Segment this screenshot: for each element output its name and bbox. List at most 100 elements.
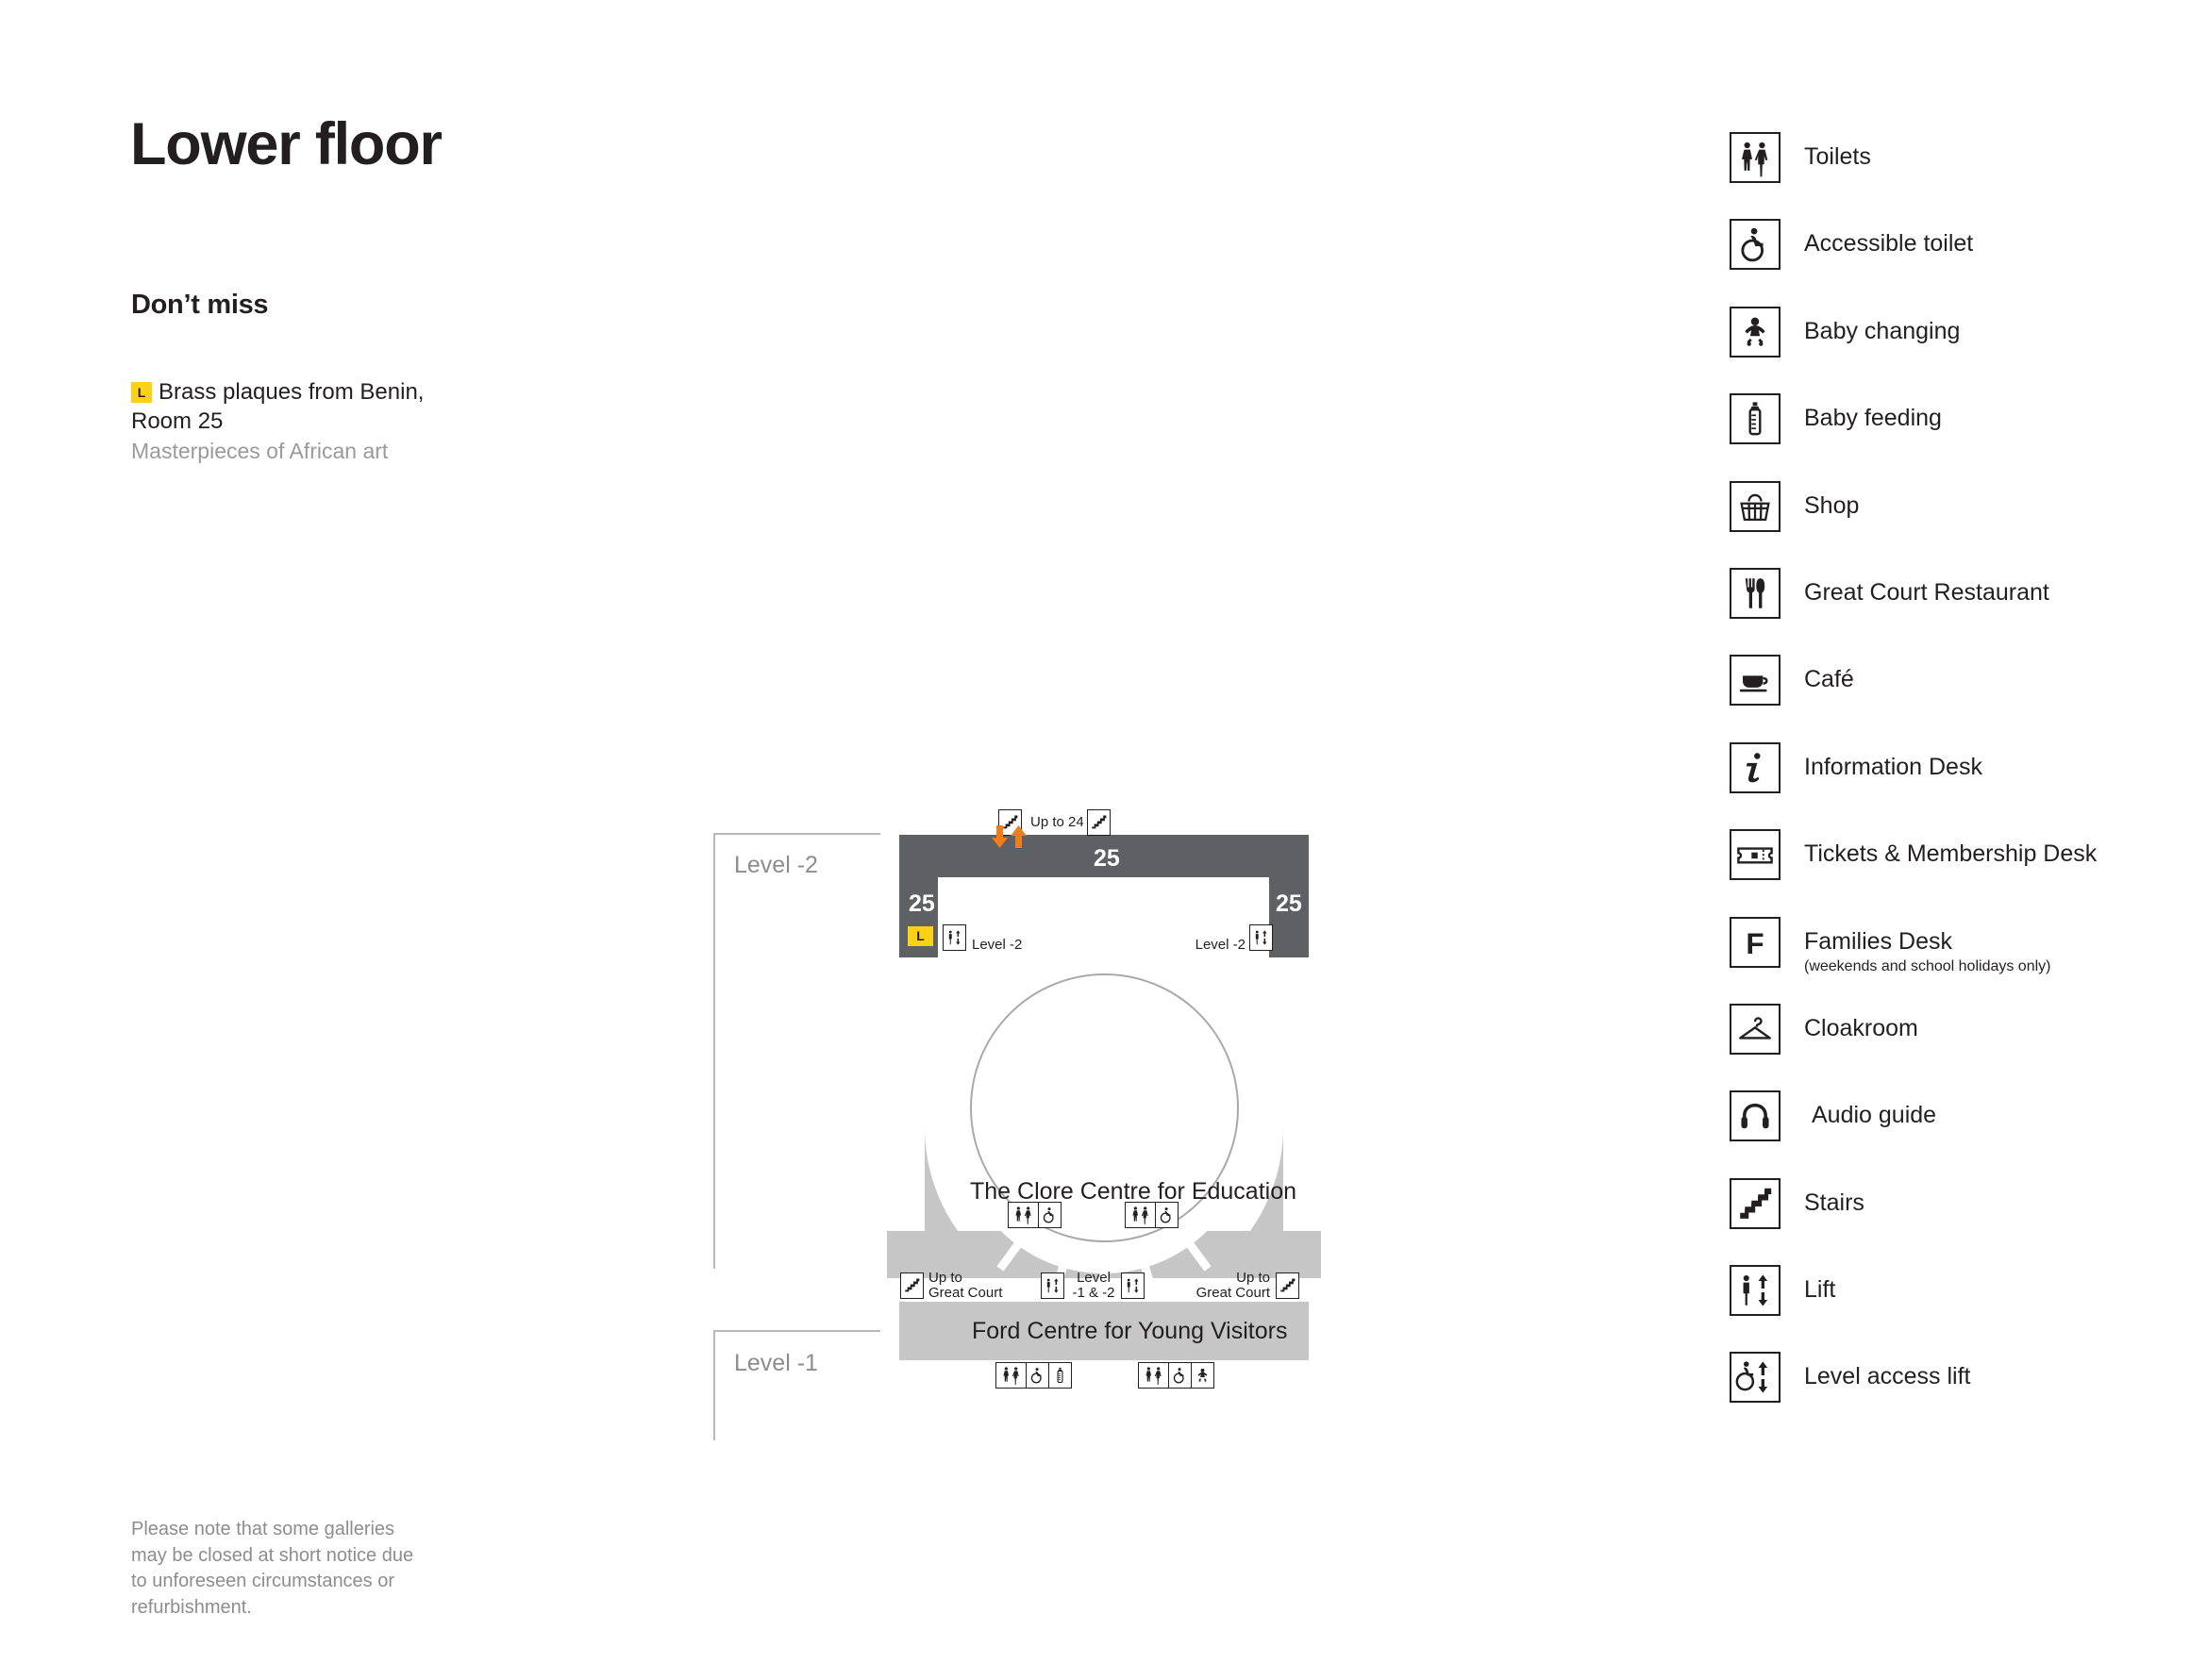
stairs-right-line2: Great Court: [1195, 1285, 1270, 1301]
stairs-icon-up-to-24-right: [1087, 809, 1111, 836]
room-number-left: 25: [909, 890, 935, 917]
legend-item-shop: Shop: [1730, 480, 2182, 568]
dont-miss-title: Brass plaques from Benin,: [159, 379, 425, 405]
legend-item-tickets-membership: Tickets & Membership Desk: [1730, 829, 2182, 916]
legend-item-baby-changing: Baby changing: [1730, 306, 2182, 393]
page-title: Lower floor: [130, 111, 443, 177]
map-highlight-badge-L: L: [908, 926, 933, 946]
legend-label: Baby changing: [1804, 317, 1961, 344]
lift-right-level-label: Level -2: [1195, 937, 1246, 953]
legend-item-toilets: Toilets: [1730, 132, 2182, 219]
baby-feeding-icon: [1047, 1362, 1072, 1389]
legend-item-cafe: Café: [1730, 655, 2182, 741]
clore-facilities-left: [1008, 1202, 1062, 1228]
stairs-left-line1: Up to: [928, 1270, 962, 1286]
level-access-lift-icon: [1730, 1352, 1781, 1404]
stairs-right-line1: Up to: [1236, 1270, 1270, 1286]
legend-label: Accessible toilet: [1804, 230, 1974, 258]
accessible-toilet-icon: [1155, 1202, 1179, 1228]
lift-icon-level-2-right: [1249, 924, 1273, 951]
legend-label: Great Court Restaurant: [1804, 578, 2049, 606]
legend-label: Stairs: [1804, 1189, 1864, 1216]
toilets-icon: [1008, 1202, 1040, 1228]
legend-label: Families Desk: [1804, 927, 1952, 955]
dont-miss-room: Room 25: [131, 408, 224, 434]
ford-facilities-left: [995, 1362, 1072, 1389]
svg-text:F: F: [1746, 927, 1764, 960]
legend-label: Shop: [1804, 491, 1860, 519]
legend: Toilets Accessible toilet Baby changing …: [1730, 132, 2182, 1439]
toilets-icon: [1730, 132, 1781, 183]
accessible-toilet-icon: [1730, 219, 1781, 271]
cafe-icon: [1730, 655, 1781, 707]
legend-label: Toilets: [1804, 143, 1871, 170]
arrow-up-orange: [1011, 825, 1027, 848]
lift-centre-line2: -1 & -2: [1072, 1285, 1115, 1301]
legend-item-lift: Lift: [1730, 1265, 2182, 1352]
legend-item-level-access-lift: Level access lift: [1730, 1352, 2182, 1439]
gallery-closure-note: Please note that some galleries may be c…: [131, 1519, 414, 1618]
lift-icon: [1730, 1265, 1781, 1317]
toilets-icon: [1125, 1202, 1157, 1228]
toilets-icon: [995, 1362, 1028, 1389]
toilets-icon: [1138, 1362, 1170, 1389]
baby-feeding-icon: [1730, 393, 1781, 445]
level-2-bracket: [713, 833, 880, 1269]
legend-sublabel: (weekends and school holidays only): [1804, 957, 2051, 974]
dont-miss-item: L Brass plaques from Benin, Room 25 Maste…: [131, 377, 527, 466]
lift-centre-label: Level -1 & -2: [1067, 1271, 1120, 1301]
legend-label: Café: [1804, 666, 1854, 693]
lift-icon-centre-left: [1041, 1272, 1064, 1299]
floor-plan-map: Level -2 Level -1 25 25 25 L Up to 24 Le…: [698, 807, 1340, 1495]
room-number-top: 25: [1094, 845, 1120, 872]
baby-changing-icon: [1730, 306, 1781, 358]
dont-miss-line1: L Brass plaques from Benin,: [131, 377, 527, 407]
level-1-label: Level -1: [734, 1350, 818, 1376]
legend-label: Level access lift: [1804, 1363, 1971, 1390]
lift-icon-centre-right: [1121, 1272, 1145, 1299]
legend-item-restaurant: Great Court Restaurant: [1730, 567, 2182, 655]
stairs-icon: [1730, 1177, 1781, 1229]
information-icon: [1730, 741, 1781, 793]
legend-label: Baby feeding: [1804, 405, 1942, 432]
restaurant-icon: [1730, 567, 1781, 619]
legend-item-information-desk: Information Desk: [1730, 741, 2182, 829]
baby-changing-icon: [1190, 1362, 1214, 1389]
stairs-left-line2: Great Court: [928, 1285, 1003, 1301]
legend-item-cloakroom: Cloakroom: [1730, 1003, 2182, 1090]
stairs-left-label: Up to Great Court: [928, 1271, 1002, 1301]
ticket-icon: [1730, 829, 1781, 881]
accessible-toilet-icon: [1026, 1362, 1050, 1389]
legend-label: Information Desk: [1804, 753, 1982, 780]
ford-facilities-right: [1138, 1362, 1214, 1389]
accessible-toilet-icon: [1038, 1202, 1062, 1228]
accessible-toilet-icon: [1168, 1362, 1193, 1389]
legend-item-audio-guide: Audio guide: [1730, 1090, 2182, 1177]
legend-item-accessible-toilet: Accessible toilet: [1730, 219, 2182, 306]
shop-icon: [1730, 480, 1781, 532]
lift-icon-level-2-left: [943, 924, 966, 951]
families-desk-icon: F: [1730, 916, 1781, 968]
level-1-bracket: [713, 1330, 880, 1440]
room-number-right: 25: [1276, 890, 1302, 917]
stairs-icon-up-to-great-court-left: [900, 1272, 924, 1299]
ford-centre-title: Ford Centre for Young Visitors: [972, 1318, 1288, 1344]
audio-guide-icon: [1730, 1090, 1781, 1142]
legend-label: Audio guide: [1812, 1102, 1937, 1129]
lift-left-level-label: Level -2: [972, 937, 1023, 953]
lift-centre-line1: Level: [1077, 1270, 1111, 1286]
legend-item-stairs: Stairs: [1730, 1177, 2182, 1265]
level-2-label: Level -2: [734, 852, 818, 878]
legend-label: Cloakroom: [1804, 1014, 1918, 1041]
dont-miss-subtitle: Masterpieces of African art: [131, 439, 389, 463]
lower-floor-map-page: Lower floor Don’t miss L Brass plaques fr…: [0, 0, 2207, 1680]
legend-item-families-desk: F Families Desk (weekends and school hol…: [1730, 916, 2182, 1004]
cloakroom-icon: [1730, 1003, 1781, 1055]
legend-label: Lift: [1804, 1276, 1836, 1304]
stairs-up-to-24-label: Up to 24: [1030, 814, 1084, 830]
dont-miss-badge: L: [131, 382, 152, 403]
clore-facilities-right: [1125, 1202, 1179, 1228]
stairs-right-label: Up to Great Court: [1191, 1271, 1270, 1301]
dont-miss-heading: Don’t miss: [131, 290, 269, 320]
legend-item-baby-feeding: Baby feeding: [1730, 393, 2182, 480]
